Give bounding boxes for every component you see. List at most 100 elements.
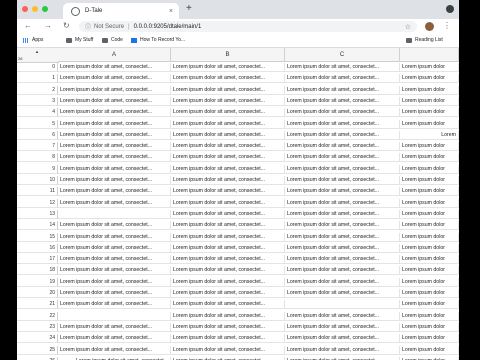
- row-header[interactable]: 19: [17, 277, 58, 287]
- table-cell[interactable]: Lorem ipsum dolor sit amet, consectet...: [171, 153, 285, 163]
- table-cell[interactable]: Lorem ipsum dolor sit amet, consectet...: [58, 243, 171, 253]
- table-cell[interactable]: Lorem ipsum dolor sit amet, consectet...: [58, 164, 171, 174]
- address-bar[interactable]: ⓘ Not Secure | 0.0.0.0:9205/dtale/main/1…: [79, 21, 417, 32]
- table-cell[interactable]: Lorem ipsum dolor sit amet, consectet...: [58, 108, 171, 118]
- profile-avatar[interactable]: [425, 22, 434, 31]
- new-tab-button[interactable]: +: [186, 4, 192, 14]
- table-cell[interactable]: Lorem ipsum dolor sit amet, consectet...: [171, 232, 285, 242]
- table-cell[interactable]: Lorem ipsum dolor sit amet, consectet...: [171, 322, 285, 332]
- table-cell[interactable]: Lorem ipsum dolor: [400, 334, 459, 344]
- table-cell[interactable]: Lorem ipsum dolor sit amet, consectet...: [58, 289, 171, 298]
- table-cell[interactable]: Lorem ipsum dolor sit amet, consectet...: [285, 187, 400, 197]
- table-cell[interactable]: Lorem ipsum dolor sit amet, consectet...: [171, 198, 285, 208]
- table-cell[interactable]: Lorem ipsum dolor: [400, 63, 459, 72]
- table-cell[interactable]: [58, 209, 171, 219]
- bookmark-apps[interactable]: Apps: [23, 37, 43, 43]
- table-cell[interactable]: Lorem ipsum dolor sit amet, consectet...: [285, 164, 400, 174]
- table-cell[interactable]: Lorem ipsum dolor sit amet, consectet...: [171, 187, 285, 197]
- table-cell[interactable]: Lorem ipsum dolor sit amet, consectet...: [285, 221, 400, 231]
- tab-close-icon[interactable]: ×: [169, 8, 173, 15]
- row-header[interactable]: 1: [17, 74, 58, 84]
- table-cell[interactable]: Lorem ipsum dolor sit amet, consectet...: [58, 142, 171, 152]
- bookmark-my-stuff[interactable]: My Stuff: [66, 37, 93, 43]
- table-cell[interactable]: Lorem ipsum dolor sit amet, consectet...: [171, 176, 285, 185]
- table-cell[interactable]: Lorem ipsum dolor: [400, 243, 459, 253]
- table-cell[interactable]: Lorem ipsum dolor sit amet, consectet...: [171, 130, 285, 140]
- table-cell[interactable]: Lorem ipsum dolor: [400, 85, 459, 95]
- table-cell[interactable]: Lorem ipsum dolor sit amet, consectet...: [285, 334, 400, 344]
- table-cell[interactable]: Lorem ipsum dolor sit amet, consectet...: [285, 176, 400, 185]
- reading-list-button[interactable]: Reading List: [406, 37, 443, 43]
- table-cell[interactable]: Lorem ipsum dolor sit amet, consectet...: [285, 198, 400, 208]
- table-cell[interactable]: Lorem ipsum dolor sit amet, consectet...: [285, 130, 400, 140]
- table-cell[interactable]: Lorem ipsum dolor: [400, 74, 459, 84]
- table-cell[interactable]: Lorem ipsum dolor sit amet, consectet...: [285, 289, 400, 298]
- row-header[interactable]: 12: [17, 198, 58, 208]
- row-header[interactable]: 0: [17, 63, 58, 72]
- table-cell[interactable]: Lorem ipsum dolor sit amet, consectet...: [171, 119, 285, 129]
- table-cell[interactable]: Lorem ipsum dolor: [400, 209, 459, 219]
- table-cell[interactable]: [285, 300, 400, 310]
- table-cell[interactable]: Lorem ipsum dolor sit amet, consectet...: [285, 266, 400, 276]
- bookmark-star-icon[interactable]: ☆: [405, 23, 411, 31]
- browser-tab[interactable]: D-Tale ×: [63, 3, 179, 19]
- column-header[interactable]: B: [171, 48, 285, 62]
- table-cell[interactable]: Lorem ipsum dolor sit amet, consectet...: [58, 255, 171, 265]
- back-icon[interactable]: ←: [24, 21, 32, 31]
- table-cell[interactable]: Lorem ipsum dolor: [400, 96, 459, 106]
- table-cell[interactable]: Lorem ipsum dolor: [400, 221, 459, 231]
- table-cell[interactable]: Lorem ipsum dolor sit amet, consectet...: [58, 119, 171, 129]
- forward-icon[interactable]: →: [44, 21, 52, 31]
- minimize-window-button[interactable]: [32, 6, 38, 12]
- table-cell[interactable]: Lorem ipsum dolor sit amet, consectet...: [58, 232, 171, 242]
- table-cell[interactable]: Lorem ipsum dolor: [400, 187, 459, 197]
- row-header[interactable]: 9: [17, 164, 58, 174]
- table-cell[interactable]: Lorem ipsum dolor sit amet, consectet...: [171, 300, 285, 310]
- bookmark-how-to-record[interactable]: How To Record Yo...: [131, 37, 185, 43]
- row-header[interactable]: 15: [17, 232, 58, 242]
- url-text[interactable]: 0.0.0.0:9205/dtale/main/1: [134, 24, 202, 30]
- table-cell[interactable]: Lorem ipsum dolor: [400, 277, 459, 287]
- bookmark-code[interactable]: Code: [102, 37, 123, 43]
- row-header[interactable]: 7: [17, 142, 58, 152]
- table-cell[interactable]: Lorem ipsum dolor sit amet, consectet...: [285, 142, 400, 152]
- table-cell[interactable]: Lorem ipsum dolor sit amet, consectet...: [58, 96, 171, 106]
- table-cell[interactable]: Lorem ipsum dolor sit amet, consectet...: [58, 334, 171, 344]
- table-cell[interactable]: Lorem ipsum dolor sit amet, consectet...: [285, 63, 400, 72]
- column-header[interactable]: [400, 48, 459, 62]
- table-cell[interactable]: Lorem ipsum dolor sit amet, consectet...: [285, 96, 400, 106]
- table-cell[interactable]: Lorem ipsum dolor sit amet, consectet...: [285, 311, 400, 321]
- table-cell[interactable]: Lorem ipsum dolor sit amet, consectet...: [171, 63, 285, 72]
- grid-corner[interactable]: ▲ 26: [17, 48, 59, 63]
- table-cell[interactable]: Lorem ipsum dolor: [400, 345, 459, 355]
- row-header[interactable]: 4: [17, 108, 58, 118]
- table-cell[interactable]: Lorem ipsum dolor sit amet, consectet...: [58, 74, 171, 84]
- table-cell[interactable]: Lorem ipsum dolor sit amet, consectet...: [171, 142, 285, 152]
- table-cell[interactable]: Lorem ipsum dolor sit amet, consectet...: [58, 300, 171, 310]
- table-cell[interactable]: Lorem ipsum dolor sit amet, consectet...: [58, 153, 171, 163]
- table-cell[interactable]: Lorem ipsum dolor: [400, 108, 459, 118]
- row-header[interactable]: 11: [17, 187, 58, 197]
- row-header[interactable]: 17: [17, 255, 58, 265]
- table-cell[interactable]: Lorem ipsum dolor: [400, 300, 459, 310]
- row-header[interactable]: 8: [17, 153, 58, 163]
- row-header[interactable]: 18: [17, 266, 58, 276]
- zoom-window-button[interactable]: [42, 6, 48, 12]
- table-cell[interactable]: Lorem ipsum dolor sit amet, consectet...: [171, 311, 285, 321]
- table-cell[interactable]: Lorem ipsum dolor: [400, 119, 459, 129]
- table-cell[interactable]: Lorem ipsum dolor sit amet, consectet...: [58, 221, 171, 231]
- table-cell[interactable]: Lorem ipsum dolor sit amet, consectet...: [285, 255, 400, 265]
- table-cell[interactable]: Lorem ipsum dolor sit amet, consectet...: [171, 345, 285, 355]
- row-header[interactable]: 24: [17, 334, 58, 344]
- table-cell[interactable]: Lorem ipsum dolor sit amet, consectet...: [285, 243, 400, 253]
- table-cell[interactable]: Lorem ipsum dolor sit amet, consectet...: [58, 176, 171, 185]
- table-cell[interactable]: Lorem ipsum dolor: [400, 289, 459, 298]
- row-header[interactable]: 22: [17, 311, 58, 321]
- table-cell[interactable]: Lorem ipsum dolor sit amet, consectet...: [285, 85, 400, 95]
- table-cell[interactable]: Lorem ipsum dolor sit amet, consectet...: [285, 153, 400, 163]
- table-cell[interactable]: Lorem ipsum dolor sit amet, consectet...: [171, 255, 285, 265]
- table-cell[interactable]: Lorem ipsum dolor sit amet, consectet...: [285, 345, 400, 355]
- table-cell[interactable]: Lorem ipsum dolor sit amet, consectet...: [171, 164, 285, 174]
- table-cell[interactable]: Lorem ipsum dolor sit amet, consectet...: [171, 334, 285, 344]
- table-cell[interactable]: Lorem ipsum dolor: [400, 176, 459, 185]
